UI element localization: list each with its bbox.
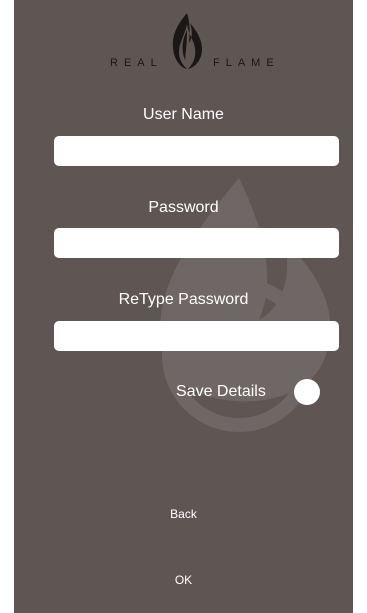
password-input[interactable]	[54, 228, 339, 258]
logo-right-word: FLAME	[213, 57, 280, 69]
save-details-row: Save Details	[14, 378, 353, 408]
login-screen: REAL FLAME User Name Password ReType Pas…	[14, 0, 353, 613]
ok-button[interactable]: OK	[14, 573, 353, 587]
flame-logo-icon	[172, 13, 202, 69]
username-input[interactable]	[54, 136, 339, 166]
retype-password-label: ReType Password	[118, 291, 249, 308]
back-button[interactable]: Back	[14, 507, 353, 521]
retype-password-input[interactable]	[54, 321, 339, 351]
save-details-toggle[interactable]	[294, 379, 320, 405]
save-details-label: Save Details	[176, 383, 266, 400]
logo-left-word: REAL	[110, 57, 163, 69]
brand-logo: REAL FLAME	[14, 12, 353, 82]
username-label: User Name	[143, 106, 224, 123]
password-label: Password	[148, 199, 219, 216]
